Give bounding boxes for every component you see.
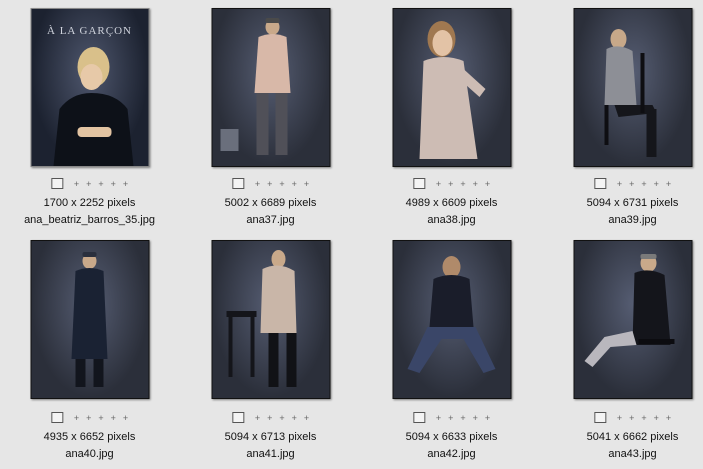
model-photo [226,250,296,387]
rating-star[interactable]: + [654,413,659,423]
rating-star[interactable]: + [617,179,622,189]
rating-star[interactable]: + [74,413,79,423]
model-photo [407,256,495,373]
image-dimensions: 5002 x 6689 pixels [224,197,317,209]
rating-star[interactable]: + [86,413,91,423]
rating-star[interactable]: + [629,413,634,423]
grid-cell: + + + + + 5094 x 6731 pixels ana39.jpg [542,0,703,234]
rating-star[interactable]: + [123,413,128,423]
rating-star[interactable]: + [448,179,453,189]
select-checkbox[interactable] [231,178,244,189]
rating-controls: + + + + + [50,412,128,423]
rating-star[interactable]: + [473,179,478,189]
model-photo [584,254,674,367]
rating-star[interactable]: + [123,179,128,189]
select-checkbox[interactable] [50,412,63,423]
grid-cell: + + + + + 4989 x 6609 pixels ana38.jpg [361,0,542,234]
rating-star[interactable]: + [460,413,465,423]
file-name[interactable]: ana38.jpg [361,214,542,227]
rating-star[interactable]: + [473,413,478,423]
grid-cell: + + + + + 5094 x 6713 pixels ana41.jpg [180,234,361,469]
rating-star[interactable]: + [292,179,297,189]
rating-controls: + + + + + [593,412,671,423]
rating-star[interactable]: + [267,179,272,189]
select-checkbox[interactable] [593,178,606,189]
select-checkbox[interactable] [412,412,425,423]
rating-star[interactable]: + [255,179,260,189]
model-photo [220,18,290,155]
rating-star[interactable]: + [654,179,659,189]
rating-star[interactable]: + [86,179,91,189]
rating-star[interactable]: + [666,413,671,423]
model-photo [604,29,656,157]
select-checkbox[interactable] [412,178,425,189]
rating-controls: + + + + + [412,412,490,423]
model-photo [53,47,133,166]
select-checkbox[interactable] [593,412,606,423]
rating-star[interactable]: + [304,413,309,423]
grid-cell: + + + + + 4935 x 6652 pixels ana40.jpg [0,234,180,469]
image-dimensions: 5094 x 6633 pixels [405,431,498,443]
image-dimensions: 4935 x 6652 pixels [43,431,136,443]
file-name[interactable]: ana_beatriz_barros_35.jpg [0,214,180,227]
file-name[interactable]: ana42.jpg [361,448,542,461]
image-thumbnail[interactable] [573,8,692,167]
rating-star[interactable]: + [98,179,103,189]
rating-star[interactable]: + [98,413,103,423]
file-name[interactable]: ana39.jpg [542,214,703,227]
model-photo [419,21,485,159]
grid-cell: + + + + + 5094 x 6633 pixels ana42.jpg [361,234,542,469]
select-checkbox[interactable] [231,412,244,423]
image-thumbnail[interactable] [30,240,149,399]
image-thumbnail[interactable] [211,8,330,167]
image-thumbnail[interactable] [211,240,330,399]
image-dimensions: 5094 x 6731 pixels [586,197,679,209]
grid-cell: À LA GARÇON + + + + + 1700 x 2252 pixels… [0,0,180,234]
rating-star[interactable]: + [74,179,79,189]
grid-cell: + + + + + 5002 x 6689 pixels ana37.jpg [180,0,361,234]
rating-star[interactable]: + [641,179,646,189]
model-photo [71,252,107,387]
rating-star[interactable]: + [111,413,116,423]
rating-star[interactable]: + [267,413,272,423]
image-dimensions: 5094 x 6713 pixels [224,431,317,443]
rating-star[interactable]: + [666,179,671,189]
rating-star[interactable]: + [641,413,646,423]
file-name[interactable]: ana41.jpg [180,448,361,461]
rating-star[interactable]: + [292,413,297,423]
rating-star[interactable]: + [617,413,622,423]
image-dimensions: 1700 x 2252 pixels [43,197,136,209]
image-thumbnail[interactable]: À LA GARÇON [30,8,149,167]
file-name[interactable]: ana43.jpg [542,448,703,461]
file-name[interactable]: ana37.jpg [180,214,361,227]
rating-star[interactable]: + [255,413,260,423]
image-dimensions: 5041 x 6662 pixels [586,431,679,443]
rating-star[interactable]: + [279,413,284,423]
rating-star[interactable]: + [460,179,465,189]
rating-star[interactable]: + [304,179,309,189]
rating-star[interactable]: + [629,179,634,189]
image-dimensions: 4989 x 6609 pixels [405,197,498,209]
rating-star[interactable]: + [436,413,441,423]
rating-controls: + + + + + [231,178,309,189]
rating-star[interactable]: + [279,179,284,189]
image-thumbnail[interactable] [392,8,511,167]
select-checkbox[interactable] [50,178,63,189]
thumbnail-grid: À LA GARÇON + + + + + 1700 x 2252 pixels… [0,0,702,469]
rating-controls: + + + + + [231,412,309,423]
rating-controls: + + + + + [593,178,671,189]
image-thumbnail[interactable] [573,240,692,399]
rating-star[interactable]: + [436,179,441,189]
rating-star[interactable]: + [111,179,116,189]
rating-star[interactable]: + [448,413,453,423]
file-name[interactable]: ana40.jpg [0,448,180,461]
image-thumbnail[interactable] [392,240,511,399]
rating-star[interactable]: + [485,413,490,423]
rating-controls: + + + + + [50,178,128,189]
grid-cell: + + + + + 5041 x 6662 pixels ana43.jpg [542,234,703,469]
rating-controls: + + + + + [412,178,490,189]
rating-star[interactable]: + [485,179,490,189]
